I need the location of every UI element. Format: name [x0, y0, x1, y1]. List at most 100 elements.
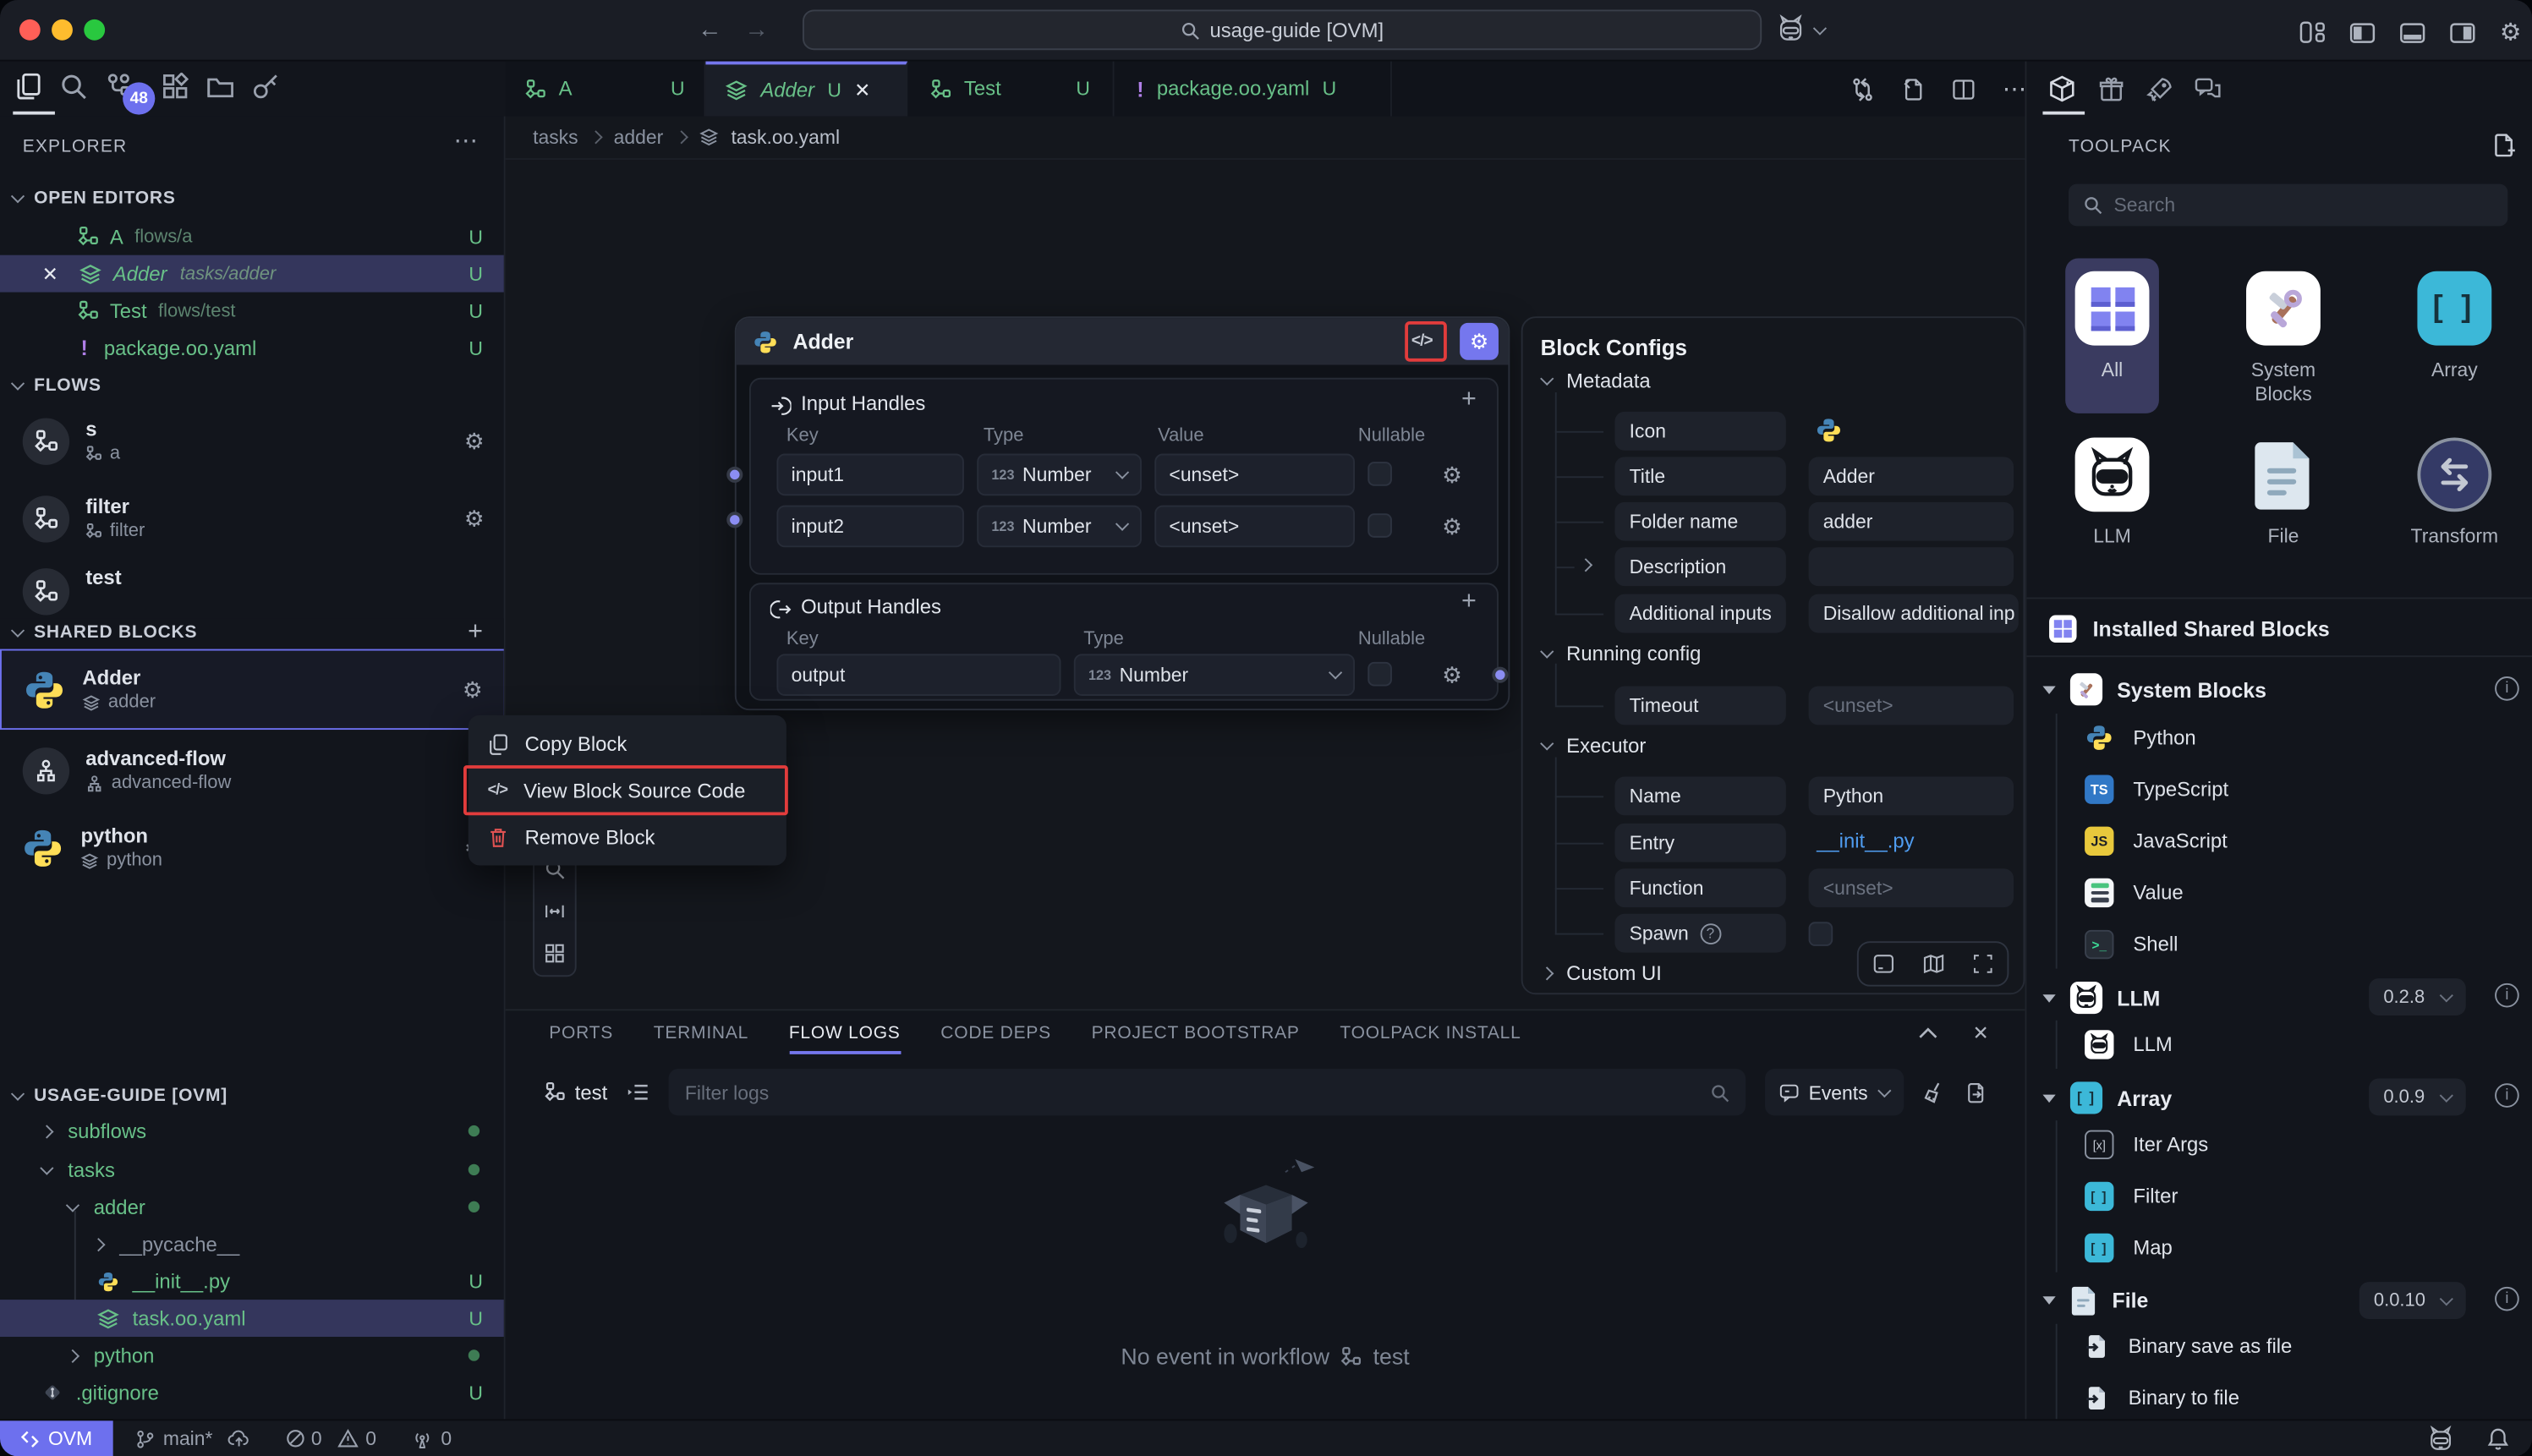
split-editor-icon[interactable]	[1953, 79, 1976, 100]
menu-item-view-block-source-code[interactable]: </> View Block Source Code	[469, 767, 786, 813]
open-editor-item[interactable]: A flows/a U	[0, 218, 506, 255]
search-activity-icon[interactable]	[60, 73, 87, 100]
tree-item[interactable]: ≡ oocana U	[0, 1411, 506, 1420]
config-value[interactable]: adder	[1809, 502, 2014, 541]
node-settings-gear-icon[interactable]: ⚙	[1460, 323, 1499, 360]
minimize-window-button[interactable]	[52, 19, 73, 41]
input-port-dot[interactable]	[726, 467, 743, 483]
close-window-button[interactable]	[19, 19, 41, 41]
spawn-checkbox[interactable]	[1809, 922, 1833, 946]
flow-list-item[interactable]: s a ⚙	[0, 403, 506, 478]
input-key-field[interactable]: input1	[776, 454, 963, 496]
clear-logs-broom-icon[interactable]	[1923, 1081, 1946, 1103]
tile-label[interactable]: File	[2219, 525, 2348, 550]
cloud-upload-icon[interactable]	[227, 1429, 250, 1448]
chevron-up-icon[interactable]	[1918, 1022, 1937, 1045]
tab[interactable]: A U	[506, 62, 706, 117]
explorer-more-icon[interactable]: ⋯	[454, 126, 479, 155]
config-section-executor[interactable]: Executor	[1543, 735, 1647, 758]
input-type-select[interactable]: 123Number	[977, 506, 1142, 548]
section-system-blocks[interactable]: System Blocks	[2042, 673, 2266, 705]
version-dropdown[interactable]: 0.2.8	[2369, 978, 2466, 1015]
block-item-binary-to-file[interactable]: Binary to file	[2085, 1385, 2239, 1411]
block-item-typescript[interactable]: TSTypeScript	[2085, 775, 2228, 804]
folder-activity-icon[interactable]	[206, 74, 233, 99]
view-source-code-icon[interactable]: </>	[1411, 332, 1433, 350]
section-file[interactable]: File	[2042, 1285, 2148, 1316]
shared-blocks-header[interactable]: SHARED BLOCKS +	[0, 618, 506, 647]
events-dropdown[interactable]: Events	[1765, 1069, 1904, 1115]
shared-block-item[interactable]: python python ⚙	[0, 811, 506, 885]
config-value[interactable]: <unset>	[1809, 868, 2014, 907]
add-shared-block-icon[interactable]: +	[468, 618, 483, 647]
new-toolpack-icon[interactable]	[2491, 133, 2516, 159]
block-item-iter-args[interactable]: [x]Iter Args	[2085, 1130, 2208, 1159]
more-actions-icon[interactable]: ⋯	[2003, 74, 2027, 103]
config-section-running[interactable]: Running config	[1543, 643, 1702, 665]
chevron-right-icon[interactable]	[1579, 558, 1592, 572]
input-value-field[interactable]: <unset>	[1154, 506, 1355, 548]
bell-icon[interactable]	[2487, 1426, 2510, 1451]
open-editors-header[interactable]: OPEN EDITORS	[0, 184, 506, 213]
config-section-metadata[interactable]: Metadata	[1543, 369, 1651, 392]
toolpack-search-input[interactable]	[2113, 194, 2493, 216]
toggle-bottom-panel-icon[interactable]	[2399, 22, 2425, 43]
tree-item[interactable]: __init__.py U	[0, 1262, 506, 1300]
tab-code-deps[interactable]: CODE DEPS	[940, 1024, 1051, 1043]
nullable-checkbox[interactable]	[1367, 513, 1392, 538]
tile-label[interactable]: LLM	[2047, 525, 2177, 550]
tile-label[interactable]: Array	[2390, 359, 2519, 383]
key-activity-icon[interactable]	[252, 73, 279, 100]
section-array[interactable]: [ ] Array	[2042, 1081, 2172, 1114]
settings-gear-icon[interactable]: ⚙	[2500, 18, 2522, 47]
config-value[interactable]: <unset>	[1809, 687, 2014, 725]
forward-icon[interactable]: →	[744, 16, 769, 43]
tree-item[interactable]: subflows	[0, 1113, 506, 1150]
gear-icon[interactable]: ⚙	[1442, 515, 1462, 538]
explorer-activity-icon[interactable]	[14, 73, 41, 100]
config-value[interactable]: Python	[1809, 776, 2014, 815]
toggle-right-sidebar-icon[interactable]	[2450, 22, 2476, 43]
compare-changes-icon[interactable]	[1850, 77, 1875, 101]
command-center-search[interactable]: usage-guide [OVM]	[803, 9, 1762, 50]
block-item-shell[interactable]: >_Shell	[2085, 930, 2178, 959]
menu-item-copy-block[interactable]: Copy Block	[469, 720, 786, 767]
open-editor-item[interactable]: ! package.oo.yaml U	[0, 330, 506, 367]
flow-list-item[interactable]: test	[0, 559, 506, 623]
input-port-dot[interactable]	[726, 512, 743, 528]
tab[interactable]: ! package.oo.yaml U	[1115, 62, 1392, 117]
section-llm[interactable]: LLM	[2042, 982, 2160, 1014]
block-item-filter[interactable]: [ ]Filter	[2085, 1182, 2178, 1211]
remote-indicator[interactable]: OVM	[0, 1420, 113, 1456]
gear-icon[interactable]: ⚙	[1442, 664, 1462, 687]
tree-item[interactable]: python	[0, 1337, 506, 1374]
corgi-status-icon[interactable]	[2427, 1425, 2454, 1452]
flow-list-item[interactable]: filter filter ⚙	[0, 481, 506, 556]
toolpack-search[interactable]	[2069, 184, 2507, 227]
tree-item[interactable]: tasks	[0, 1151, 506, 1188]
block-item-python[interactable]: Python	[2085, 723, 2196, 752]
gift-icon[interactable]	[2097, 75, 2124, 102]
info-icon[interactable]: i	[2495, 1083, 2519, 1108]
menu-item-remove-block[interactable]: Remove Block	[469, 813, 786, 860]
add-input-icon[interactable]: +	[1461, 386, 1477, 414]
close-panel-icon[interactable]: ✕	[1972, 1022, 1989, 1045]
output-key-field[interactable]: output	[776, 654, 1060, 696]
open-changed-file-icon[interactable]	[1902, 77, 1925, 101]
close-icon[interactable]: ✕	[854, 79, 870, 102]
tab-flow-logs-active[interactable]: FLOW LOGS	[789, 1024, 901, 1054]
tile-label[interactable]: Transform	[2401, 525, 2507, 550]
tab-terminal[interactable]: TERMINAL	[654, 1024, 748, 1043]
output-port-dot[interactable]	[1492, 667, 1508, 683]
panel-toggle-icon[interactable]	[1873, 954, 1894, 973]
fit-width-icon[interactable]	[544, 900, 565, 922]
ports-indicator[interactable]: 0	[412, 1427, 452, 1450]
help-question-icon[interactable]: ?	[1700, 922, 1721, 944]
tree-item[interactable]: adder	[0, 1188, 506, 1225]
input-type-select[interactable]: 123Number	[977, 454, 1142, 496]
array-brackets-icon[interactable]: [ ]	[2417, 271, 2491, 346]
git-branch-indicator[interactable]: main*	[135, 1427, 249, 1450]
tree-item[interactable]: __pycache__	[0, 1225, 506, 1262]
gear-icon[interactable]: ⚙	[463, 678, 483, 701]
feedback-chat-icon[interactable]	[2195, 77, 2222, 101]
